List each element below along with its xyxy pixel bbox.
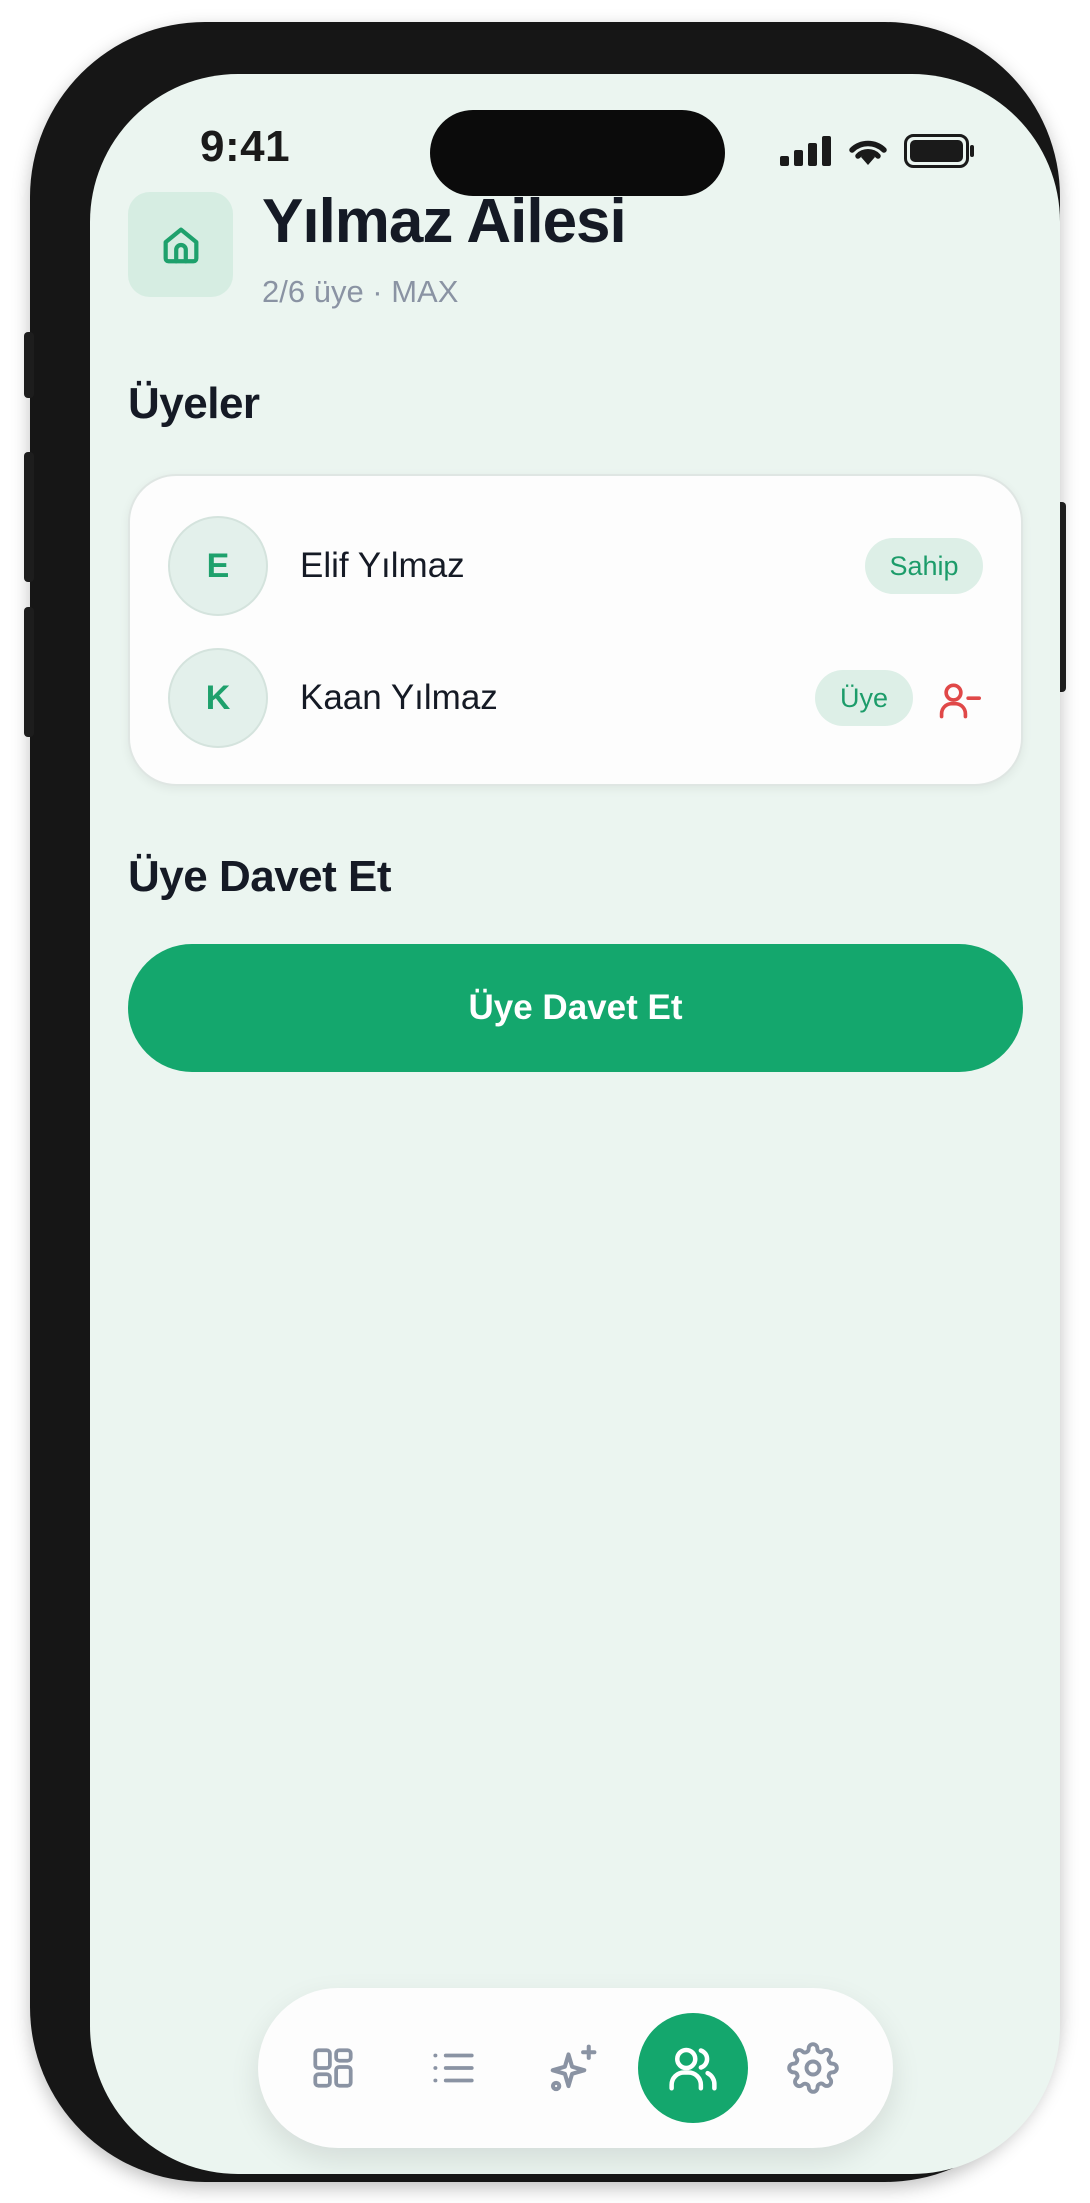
invite-section-title: Üye Davet Et <box>128 852 392 901</box>
remove-member-button[interactable] <box>935 676 983 724</box>
family-home-icon-box <box>128 192 233 297</box>
member-row[interactable]: E Elif Yılmaz Sahip <box>130 516 1021 620</box>
users-icon <box>669 2047 717 2091</box>
tab-ai[interactable] <box>518 2013 628 2123</box>
user-minus-icon <box>939 683 981 719</box>
app-screen: 9:41 Yılmaz Ailesi 2/6 üye · MAX Üyeler … <box>90 74 1060 2174</box>
members-section-title: Üyeler <box>128 379 260 428</box>
status-time: 9:41 <box>200 122 291 171</box>
sparkles-icon <box>550 2044 597 2092</box>
avatar: K <box>168 648 268 748</box>
member-row[interactable]: K Kaan Yılmaz Üye <box>130 648 1021 752</box>
role-badge: Sahip <box>865 538 983 594</box>
member-name: Kaan Yılmaz <box>300 678 498 717</box>
home-icon <box>163 227 198 263</box>
dynamic-island <box>430 110 725 196</box>
avatar: E <box>168 516 268 616</box>
invite-member-button[interactable]: Üye Davet Et <box>128 944 1023 1072</box>
members-card: E Elif Yılmaz Sahip K Kaan Yılmaz Üye <box>128 474 1023 786</box>
role-badge: Üye <box>815 670 913 726</box>
grid-icon <box>313 2048 353 2088</box>
tab-dashboard[interactable] <box>278 2013 388 2123</box>
page-subtitle: 2/6 üye · MAX <box>262 274 459 309</box>
volume-down-button <box>24 607 34 737</box>
action-button <box>24 332 34 398</box>
volume-up-button <box>24 452 34 582</box>
gear-icon <box>787 2042 839 2094</box>
battery-icon <box>904 134 974 168</box>
page-title: Yılmaz Ailesi <box>262 187 627 256</box>
tab-settings[interactable] <box>758 2013 868 2123</box>
signal-icon <box>780 136 831 166</box>
status-icons <box>780 134 976 168</box>
tab-list[interactable] <box>398 2013 508 2123</box>
list-icon <box>433 2053 474 2083</box>
phone-frame: 9:41 Yılmaz Ailesi 2/6 üye · MAX Üyeler … <box>24 22 1066 2182</box>
bottom-tab-bar <box>258 1988 893 2148</box>
member-name: Elif Yılmaz <box>300 546 465 585</box>
tab-members[interactable] <box>638 2013 748 2123</box>
wifi-icon <box>849 140 887 165</box>
